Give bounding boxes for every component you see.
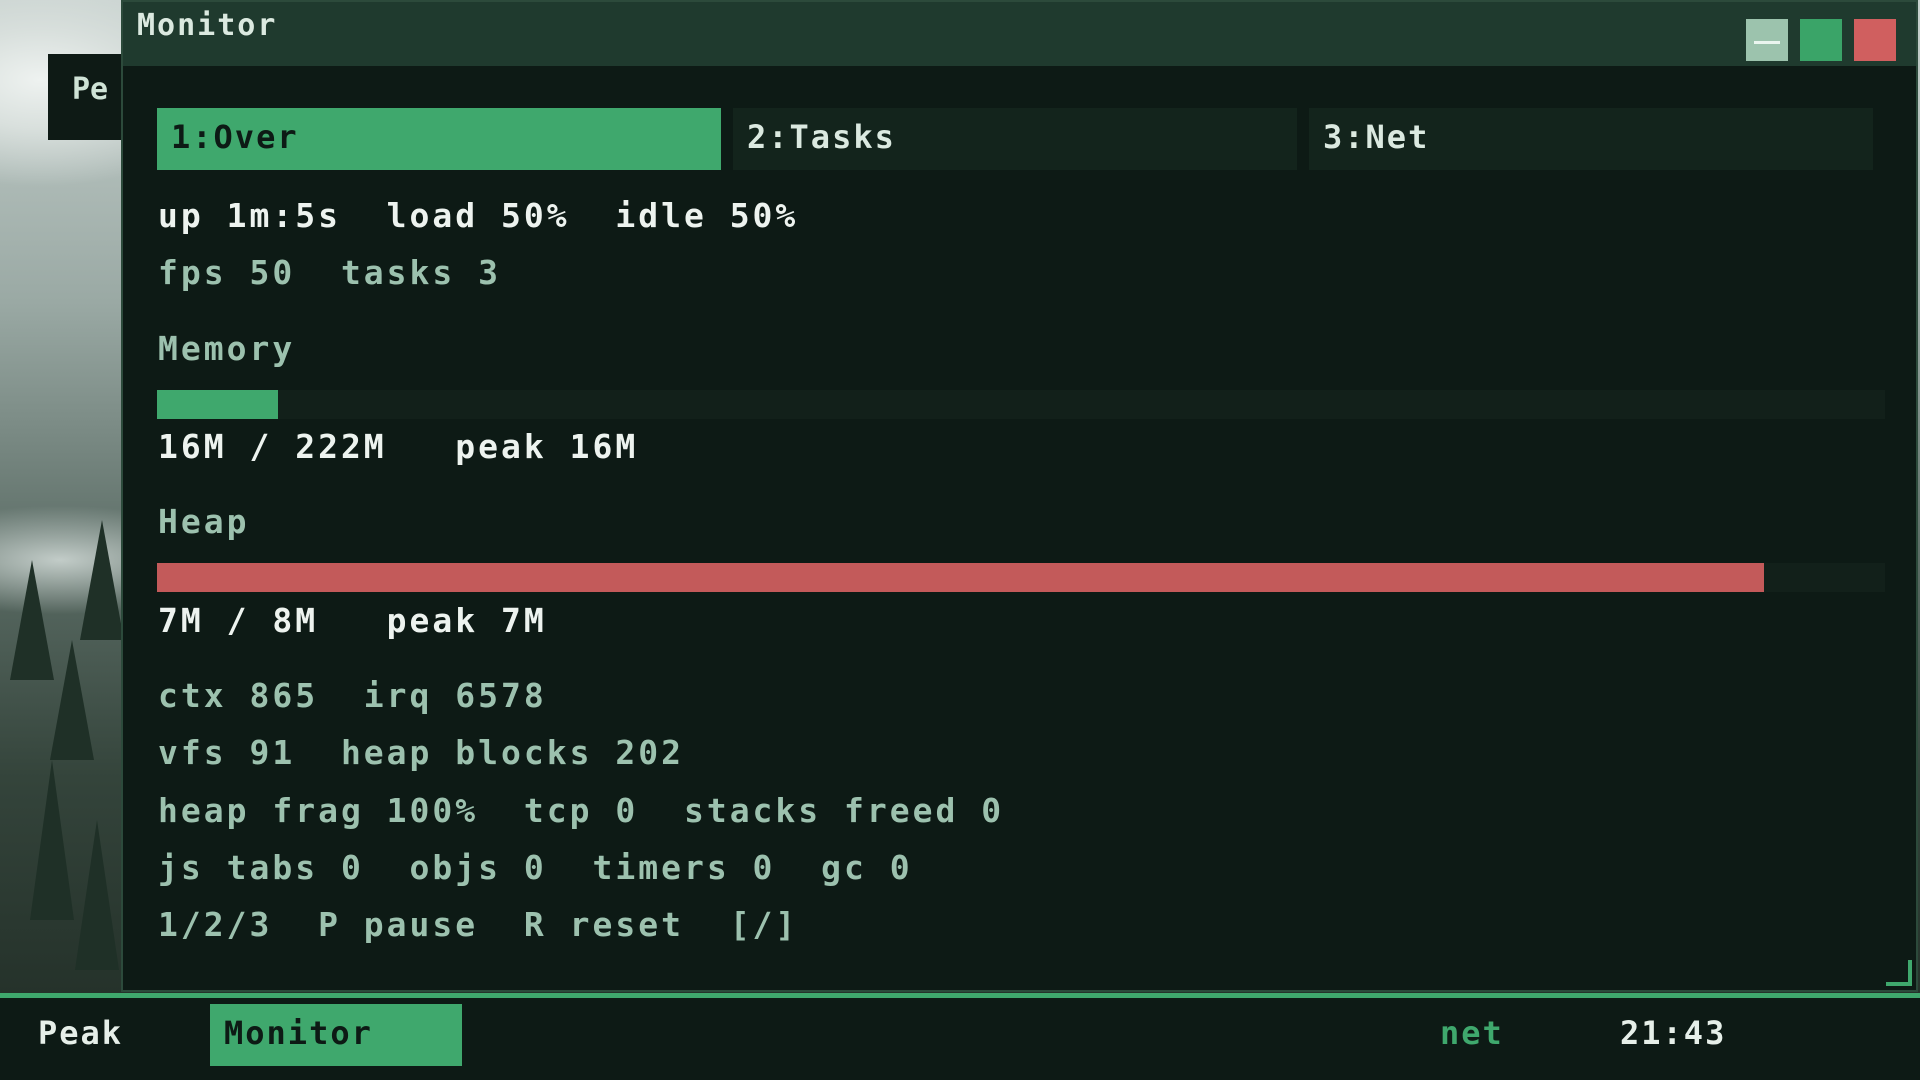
- network-indicator[interactable]: net: [1440, 1014, 1504, 1052]
- detail-line-ctx: ctx 865 irq 6578: [158, 676, 547, 715]
- heap-label: Heap: [158, 502, 250, 541]
- detail-line-js: js tabs 0 objs 0 timers 0 gc 0: [158, 848, 913, 887]
- window-content: 1:Over 2:Tasks 3:Net up 1m:5s load 50% i…: [123, 66, 1916, 990]
- minimize-icon[interactable]: [1746, 19, 1788, 61]
- heap-stats: 7M / 8M peak 7M: [158, 601, 547, 640]
- taskbar-clock: 21:43: [1620, 1014, 1727, 1052]
- memory-label: Memory: [158, 329, 296, 368]
- detail-line-vfs: vfs 91 heap blocks 202: [158, 733, 684, 772]
- tree-silhouette: [30, 760, 74, 920]
- tab-tasks[interactable]: 2:Tasks: [733, 108, 1297, 170]
- heap-bar: [157, 563, 1885, 592]
- taskbar-item-label: Monitor: [224, 1014, 373, 1052]
- memory-stats: 16M / 222M peak 16M: [158, 427, 639, 466]
- keyboard-hints: 1/2/3 P pause R reset [/]: [158, 905, 799, 944]
- tab-label: 3:Net: [1323, 118, 1430, 156]
- detail-line-heap-frag: heap frag 100% tcp 0 stacks freed 0: [158, 791, 1005, 830]
- window-titlebar[interactable]: Monitor: [123, 2, 1916, 66]
- tab-overview[interactable]: 1:Over: [157, 108, 721, 170]
- memory-bar: [157, 390, 1885, 419]
- close-icon[interactable]: [1854, 19, 1896, 61]
- background-window-title: Pe: [72, 72, 109, 107]
- tab-net[interactable]: 3:Net: [1309, 108, 1873, 170]
- fps-tasks-line: fps 50 tasks 3: [158, 253, 502, 292]
- taskbar-item-monitor[interactable]: Monitor: [210, 1004, 462, 1066]
- uptime-load-line: up 1m:5s load 50% idle 50%: [158, 196, 799, 235]
- monitor-window: Monitor 1:Over 2:Tasks 3:Net up 1m:5s lo…: [121, 0, 1918, 992]
- tab-label: 1:Over: [171, 118, 299, 156]
- memory-bar-fill: [157, 390, 278, 419]
- tab-label: 2:Tasks: [747, 118, 896, 156]
- tree-silhouette: [80, 520, 124, 640]
- window-title: Monitor: [137, 8, 278, 43]
- heap-bar-fill: [157, 563, 1765, 592]
- taskbar-item-label: Peak: [38, 1014, 124, 1052]
- taskbar-item-peak[interactable]: Peak: [24, 1004, 123, 1066]
- tree-silhouette: [50, 640, 94, 760]
- tree-silhouette: [10, 560, 54, 680]
- resize-grip-icon[interactable]: [1886, 960, 1912, 986]
- maximize-icon[interactable]: [1800, 19, 1842, 61]
- taskbar: Peak Monitor net 21:43: [0, 993, 1920, 1080]
- tree-silhouette: [75, 820, 119, 970]
